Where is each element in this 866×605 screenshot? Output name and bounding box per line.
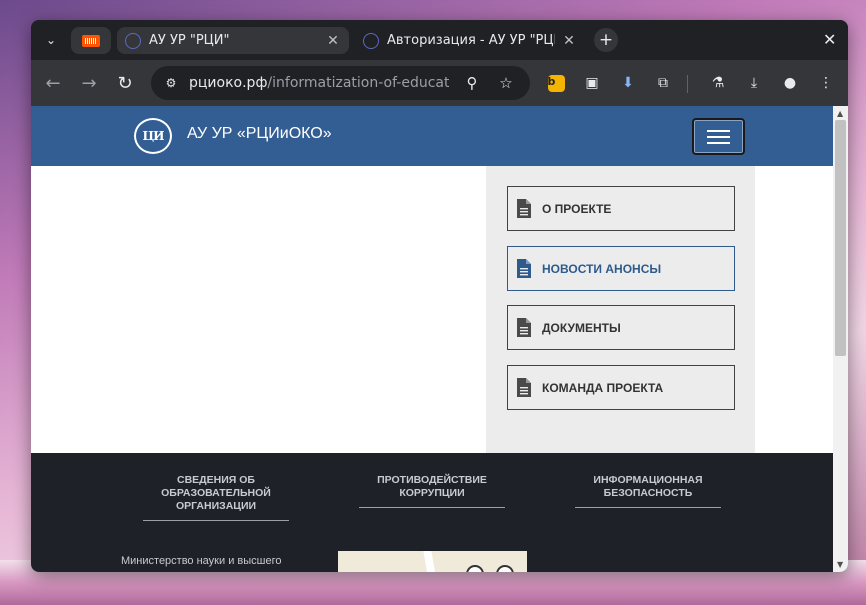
map-control-icon[interactable] — [466, 565, 484, 572]
back-arrow-icon[interactable]: ← — [41, 71, 65, 95]
address-bar[interactable]: ⚙ рциоко.рф/informatization-of-educati..… — [151, 66, 530, 100]
menu-button-documents[interactable]: ДОКУМЕНТЫ — [507, 305, 735, 350]
main-content: О ПРОЕКТЕ НОВОСТИ АНОНСЫ ДОКУМЕНТЫ КОМАН… — [31, 166, 833, 453]
site-title[interactable]: АУ УР «РЦИиОКО» — [187, 125, 332, 143]
browser-window: ⌄ АУ УР "РЦИ" ✕ Авторизация - АУ УР "РЦИ… — [31, 20, 848, 572]
url-text[interactable]: рциоко.рф/informatization-of-educati... — [189, 75, 449, 91]
picture-in-picture-icon[interactable]: ▣ — [582, 73, 602, 93]
tab-title: Авторизация - АУ УР "РЦИ" — [387, 33, 555, 48]
map-control-icon[interactable] — [496, 565, 514, 572]
url-path: /informatization-of-educati... — [267, 75, 449, 91]
hamburger-menu-button[interactable] — [692, 118, 745, 155]
menu-button-label: ДОКУМЕНТЫ — [542, 320, 621, 335]
menu-button-label: КОМАНДА ПРОЕКТА — [542, 380, 664, 395]
tab-active[interactable]: АУ УР "РЦИ" ✕ — [117, 27, 349, 54]
document-icon — [517, 318, 531, 337]
footer-map[interactable] — [338, 551, 527, 572]
toolbar-separator — [687, 75, 688, 93]
page-viewport: ЦИ АУ УР «РЦИиОКО» О ПРОЕКТЕ НОВОСТИ АНО… — [31, 106, 833, 572]
site-logo[interactable]: ЦИ — [134, 118, 172, 154]
tab-close-icon[interactable]: ✕ — [561, 33, 577, 49]
hamburger-line — [707, 142, 730, 144]
footer-link-information-security[interactable]: ИНФОРМАЦИОННАЯ БЕЗОПАСНОСТЬ — [575, 474, 721, 508]
document-icon — [517, 199, 531, 218]
document-icon — [517, 259, 531, 278]
menu-kebab-icon[interactable]: ⋮ — [816, 73, 836, 93]
site-header: ЦИ АУ УР «РЦИиОКО» — [31, 106, 833, 166]
url-host: рциоко.рф — [189, 75, 268, 91]
menu-button-label: О ПРОЕКТЕ — [542, 201, 612, 216]
zoom-magnifier-icon[interactable]: ⚲ — [462, 73, 482, 93]
footer-link-anti-corruption[interactable]: ПРОТИВОДЕЙСТВИЕ КОРРУПЦИИ — [359, 474, 505, 508]
scrollbar-thumb[interactable] — [835, 120, 846, 356]
site-info-tune-icon[interactable]: ⚙ — [161, 73, 181, 93]
footer-ministry-text: Министерство науки и высшего — [121, 555, 282, 567]
menu-button-team[interactable]: КОМАНДА ПРОЕКТА — [507, 365, 735, 410]
hamburger-line — [707, 136, 730, 138]
site-favicon-icon — [125, 32, 141, 49]
menu-button-news[interactable]: НОВОСТИ АНОНСЫ — [507, 246, 735, 291]
map-road — [423, 551, 437, 572]
profile-avatar-icon[interactable]: ● — [780, 73, 800, 93]
browser-toolbar: ← → ↻ ⚙ рциоко.рф/informatization-of-edu… — [31, 60, 848, 106]
scroll-up-arrow-icon[interactable]: ▲ — [837, 109, 843, 118]
menu-button-label: НОВОСТИ АНОНСЫ — [542, 261, 662, 276]
pinned-tab-soundcloud[interactable] — [71, 27, 111, 54]
bookmark-star-icon[interactable]: ☆ — [496, 73, 516, 93]
downloads-icon[interactable]: ⤓ — [744, 73, 764, 93]
tab-strip: ⌄ АУ УР "РЦИ" ✕ Авторизация - АУ УР "РЦИ… — [31, 20, 848, 60]
hamburger-line — [707, 130, 730, 132]
window-close-icon[interactable]: ✕ — [823, 30, 836, 49]
project-sidebar: О ПРОЕКТЕ НОВОСТИ АНОНСЫ ДОКУМЕНТЫ КОМАН… — [486, 166, 755, 453]
extensions-puzzle-icon[interactable]: ⧉ — [653, 73, 673, 93]
forward-arrow-icon[interactable]: → — [77, 71, 101, 95]
download-arrow-extension-icon[interactable]: ⬇ — [618, 73, 638, 93]
tab-search-chevron-icon[interactable]: ⌄ — [39, 28, 63, 52]
tab-title: АУ УР "РЦИ" — [149, 33, 230, 48]
extension-yellow-icon[interactable]: b — [546, 73, 566, 93]
scroll-down-arrow-icon[interactable]: ▼ — [837, 560, 843, 569]
site-favicon-icon — [363, 32, 379, 49]
document-icon — [517, 378, 531, 397]
soundcloud-icon — [82, 34, 100, 47]
new-tab-plus-icon[interactable]: + — [594, 28, 618, 52]
tab-close-icon[interactable]: ✕ — [325, 33, 341, 49]
reload-icon[interactable]: ↻ — [113, 71, 137, 95]
labs-flask-icon[interactable]: ⚗ — [708, 73, 728, 93]
page-scrollbar[interactable]: ▲ ▼ — [833, 106, 848, 572]
menu-button-about[interactable]: О ПРОЕКТЕ — [507, 186, 735, 231]
site-footer: СВЕДЕНИЯ ОБ ОБРАЗОВАТЕЛЬНОЙ ОРГАНИЗАЦИИ … — [31, 453, 833, 572]
footer-link-organization-info[interactable]: СВЕДЕНИЯ ОБ ОБРАЗОВАТЕЛЬНОЙ ОРГАНИЗАЦИИ — [143, 474, 289, 521]
tab-inactive[interactable]: Авторизация - АУ УР "РЦИ" ✕ — [355, 27, 585, 54]
